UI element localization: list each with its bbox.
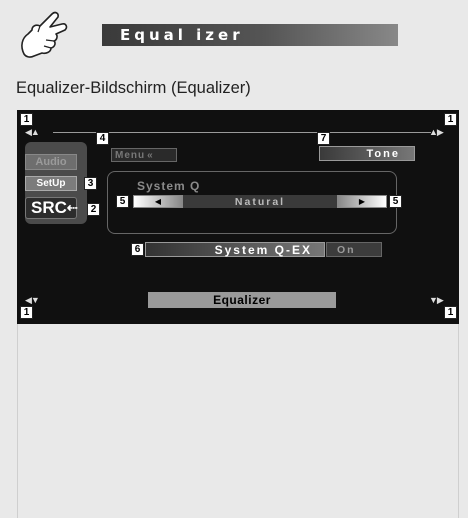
system-q-label: System Q: [137, 179, 201, 193]
system-q-prev-button[interactable]: ◀: [133, 195, 183, 208]
title-bar: Equal izer: [102, 24, 398, 46]
menu-label: Menu: [115, 149, 146, 161]
arrow-right-icon: ▶: [358, 197, 366, 206]
callout-7: 7: [317, 132, 330, 145]
footer-screen-label: Equalizer: [148, 292, 336, 308]
speaker-left-icon[interactable]: ◀▼: [25, 295, 43, 305]
callout-2: 2: [87, 203, 100, 216]
system-q-next-button[interactable]: ▶: [337, 195, 387, 208]
equalizer-screen: 1 ◀▲ 1 ▲▶ Audio SetUp 3 SRC ⇠ 2 4 Menu « 7…: [17, 110, 459, 324]
speaker-right-icon[interactable]: ▲▶: [429, 127, 447, 137]
callout-4: 4: [96, 132, 109, 145]
speaker-right-icon[interactable]: ▼▶: [429, 295, 447, 305]
system-q-value: Natural: [183, 195, 337, 208]
setup-button[interactable]: SetUp: [25, 176, 77, 191]
divider-line: [53, 132, 431, 133]
callout-5-right: 5: [389, 195, 402, 208]
src-button[interactable]: SRC ⇠: [25, 197, 78, 219]
blank-area: [17, 324, 459, 518]
callout-3: 3: [84, 177, 97, 190]
callout-6: 6: [131, 243, 144, 256]
audio-button[interactable]: Audio: [25, 154, 77, 170]
callout-5-left: 5: [116, 195, 129, 208]
arrow-left-icon: ◀: [154, 197, 162, 206]
pointing-hand-icon: [21, 11, 68, 58]
return-icon: ⇠: [66, 200, 78, 215]
callout-1-top-right: 1: [444, 113, 457, 126]
screen-caption: Equalizer-Bildschirm (Equalizer): [16, 79, 251, 97]
callout-1-bottom-right: 1: [444, 306, 457, 319]
system-q-ex-button[interactable]: System Q-EX: [145, 242, 325, 257]
system-q-ex-value: On: [326, 242, 382, 257]
src-label: SRC: [31, 198, 67, 217]
section-title: Equal izer: [120, 26, 244, 44]
return-icon: «: [147, 149, 154, 161]
callout-1-top-left: 1: [20, 113, 33, 126]
speaker-left-icon[interactable]: ◀▲: [25, 127, 43, 137]
tone-button[interactable]: Tone: [319, 146, 415, 161]
callout-1-bottom-left: 1: [20, 306, 33, 319]
menu-button[interactable]: Menu «: [111, 148, 177, 162]
